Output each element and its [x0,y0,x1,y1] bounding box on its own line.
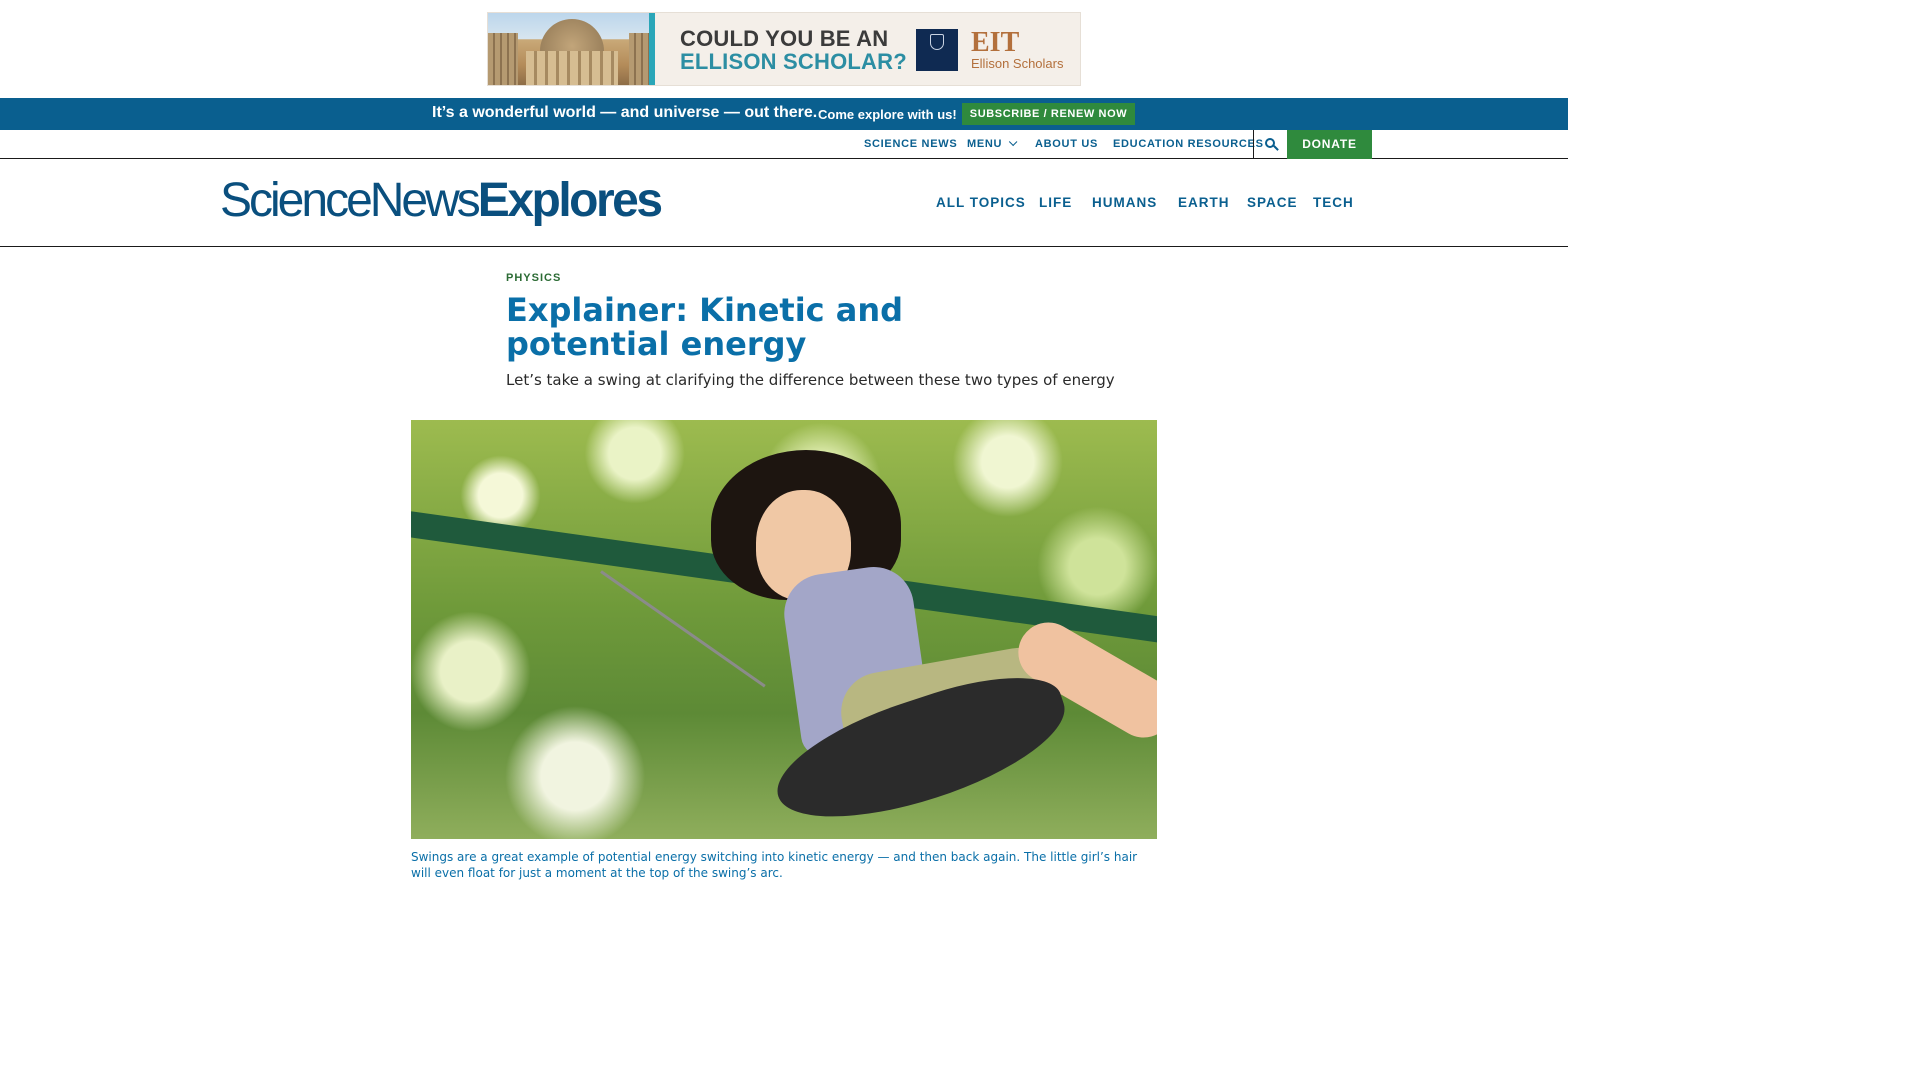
donate-button[interactable]: DONATE [1287,130,1372,159]
utility-nav: SCIENCE NEWS MENU ABOUT US EDUCATION RES… [0,130,1568,159]
topic-all-topics[interactable]: ALL TOPICS [936,195,1026,210]
ad-banner[interactable]: COULD YOU BE AN ELLISON SCHOLAR? EIT Ell… [487,12,1081,86]
image-caption: Swings are a great example of potential … [411,850,1138,880]
topic-earth[interactable]: EARTH [1178,195,1230,210]
eit-logo-subtitle: Ellison Scholars [971,56,1064,71]
subscribe-button[interactable]: SUBSCRIBE / RENEW NOW [962,103,1135,125]
ad-photo-dome [540,19,604,53]
topic-humans[interactable]: HUMANS [1092,195,1157,210]
topic-life[interactable]: LIFE [1039,195,1072,210]
promo-subtext: Come explore with us! [818,107,957,122]
article-kicker[interactable]: PHYSICS [506,272,561,284]
site-logo[interactable]: ScienceNewsExplores [220,173,663,229]
nav-about-us[interactable]: ABOUT US [1035,138,1098,150]
nav-science-news[interactable]: SCIENCE NEWS [864,138,957,150]
logo-explores: Explores [477,174,663,227]
logo-science-news: ScienceNews [220,174,481,227]
eit-logo: EIT [971,27,1020,58]
article-dek: Let’s take a swing at clarifying the dif… [506,371,1115,389]
main-header: ScienceNewsExplores ALL TOPICS LIFE HUMA… [0,159,1568,247]
promo-bar: It’s a wonderful world — and universe — … [0,98,1568,130]
oxford-crest-icon [930,34,944,50]
ad-photo-buildings-left [488,33,518,85]
chevron-down-icon [1009,137,1018,147]
nav-education-resources[interactable]: EDUCATION RESOURCES [1113,138,1264,150]
search-icon-handle [1273,145,1279,151]
promo-text: It’s a wonderful world — and universe — … [432,104,818,121]
search-button[interactable] [1253,130,1287,159]
nav-menu-label: MENU [967,138,1003,150]
oxford-logo [916,29,958,71]
ad-headline-line2: ELLISON SCHOLAR? [680,49,907,74]
topic-tech[interactable]: TECH [1313,195,1354,210]
ad-photo-drum [526,51,618,85]
nav-menu[interactable]: MENU [967,137,1018,150]
ad-accent-stripe [649,13,655,85]
topic-space[interactable]: SPACE [1247,195,1298,210]
article-title: Explainer: Kinetic and potential energy [506,291,904,363]
ad-photo-radcliffe-camera [488,13,655,85]
hero-image [411,420,1157,839]
